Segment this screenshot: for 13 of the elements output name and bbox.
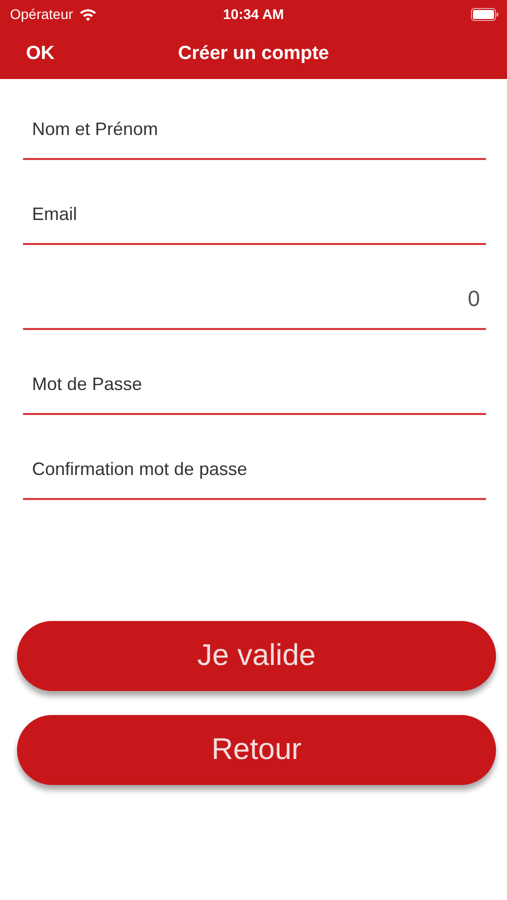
back-button[interactable]: Retour xyxy=(17,715,496,785)
battery-icon xyxy=(471,8,499,20)
input-field[interactable]: Mot de Passe xyxy=(23,355,486,415)
status-time: 10:34 AM xyxy=(223,6,284,22)
ok-button[interactable]: OK xyxy=(26,42,54,64)
input-field[interactable]: Nom et Prénom xyxy=(23,100,486,160)
nav-title: Créer un compte xyxy=(178,42,329,64)
input-field[interactable]: Confirmation mot de passe xyxy=(23,440,486,500)
validate-button[interactable]: Je valide xyxy=(17,621,496,691)
wifi-icon xyxy=(79,8,98,20)
carrier-label: Opérateur xyxy=(10,6,74,22)
input-field[interactable]: Email xyxy=(23,185,486,245)
input-field[interactable]: 0 xyxy=(23,270,486,330)
